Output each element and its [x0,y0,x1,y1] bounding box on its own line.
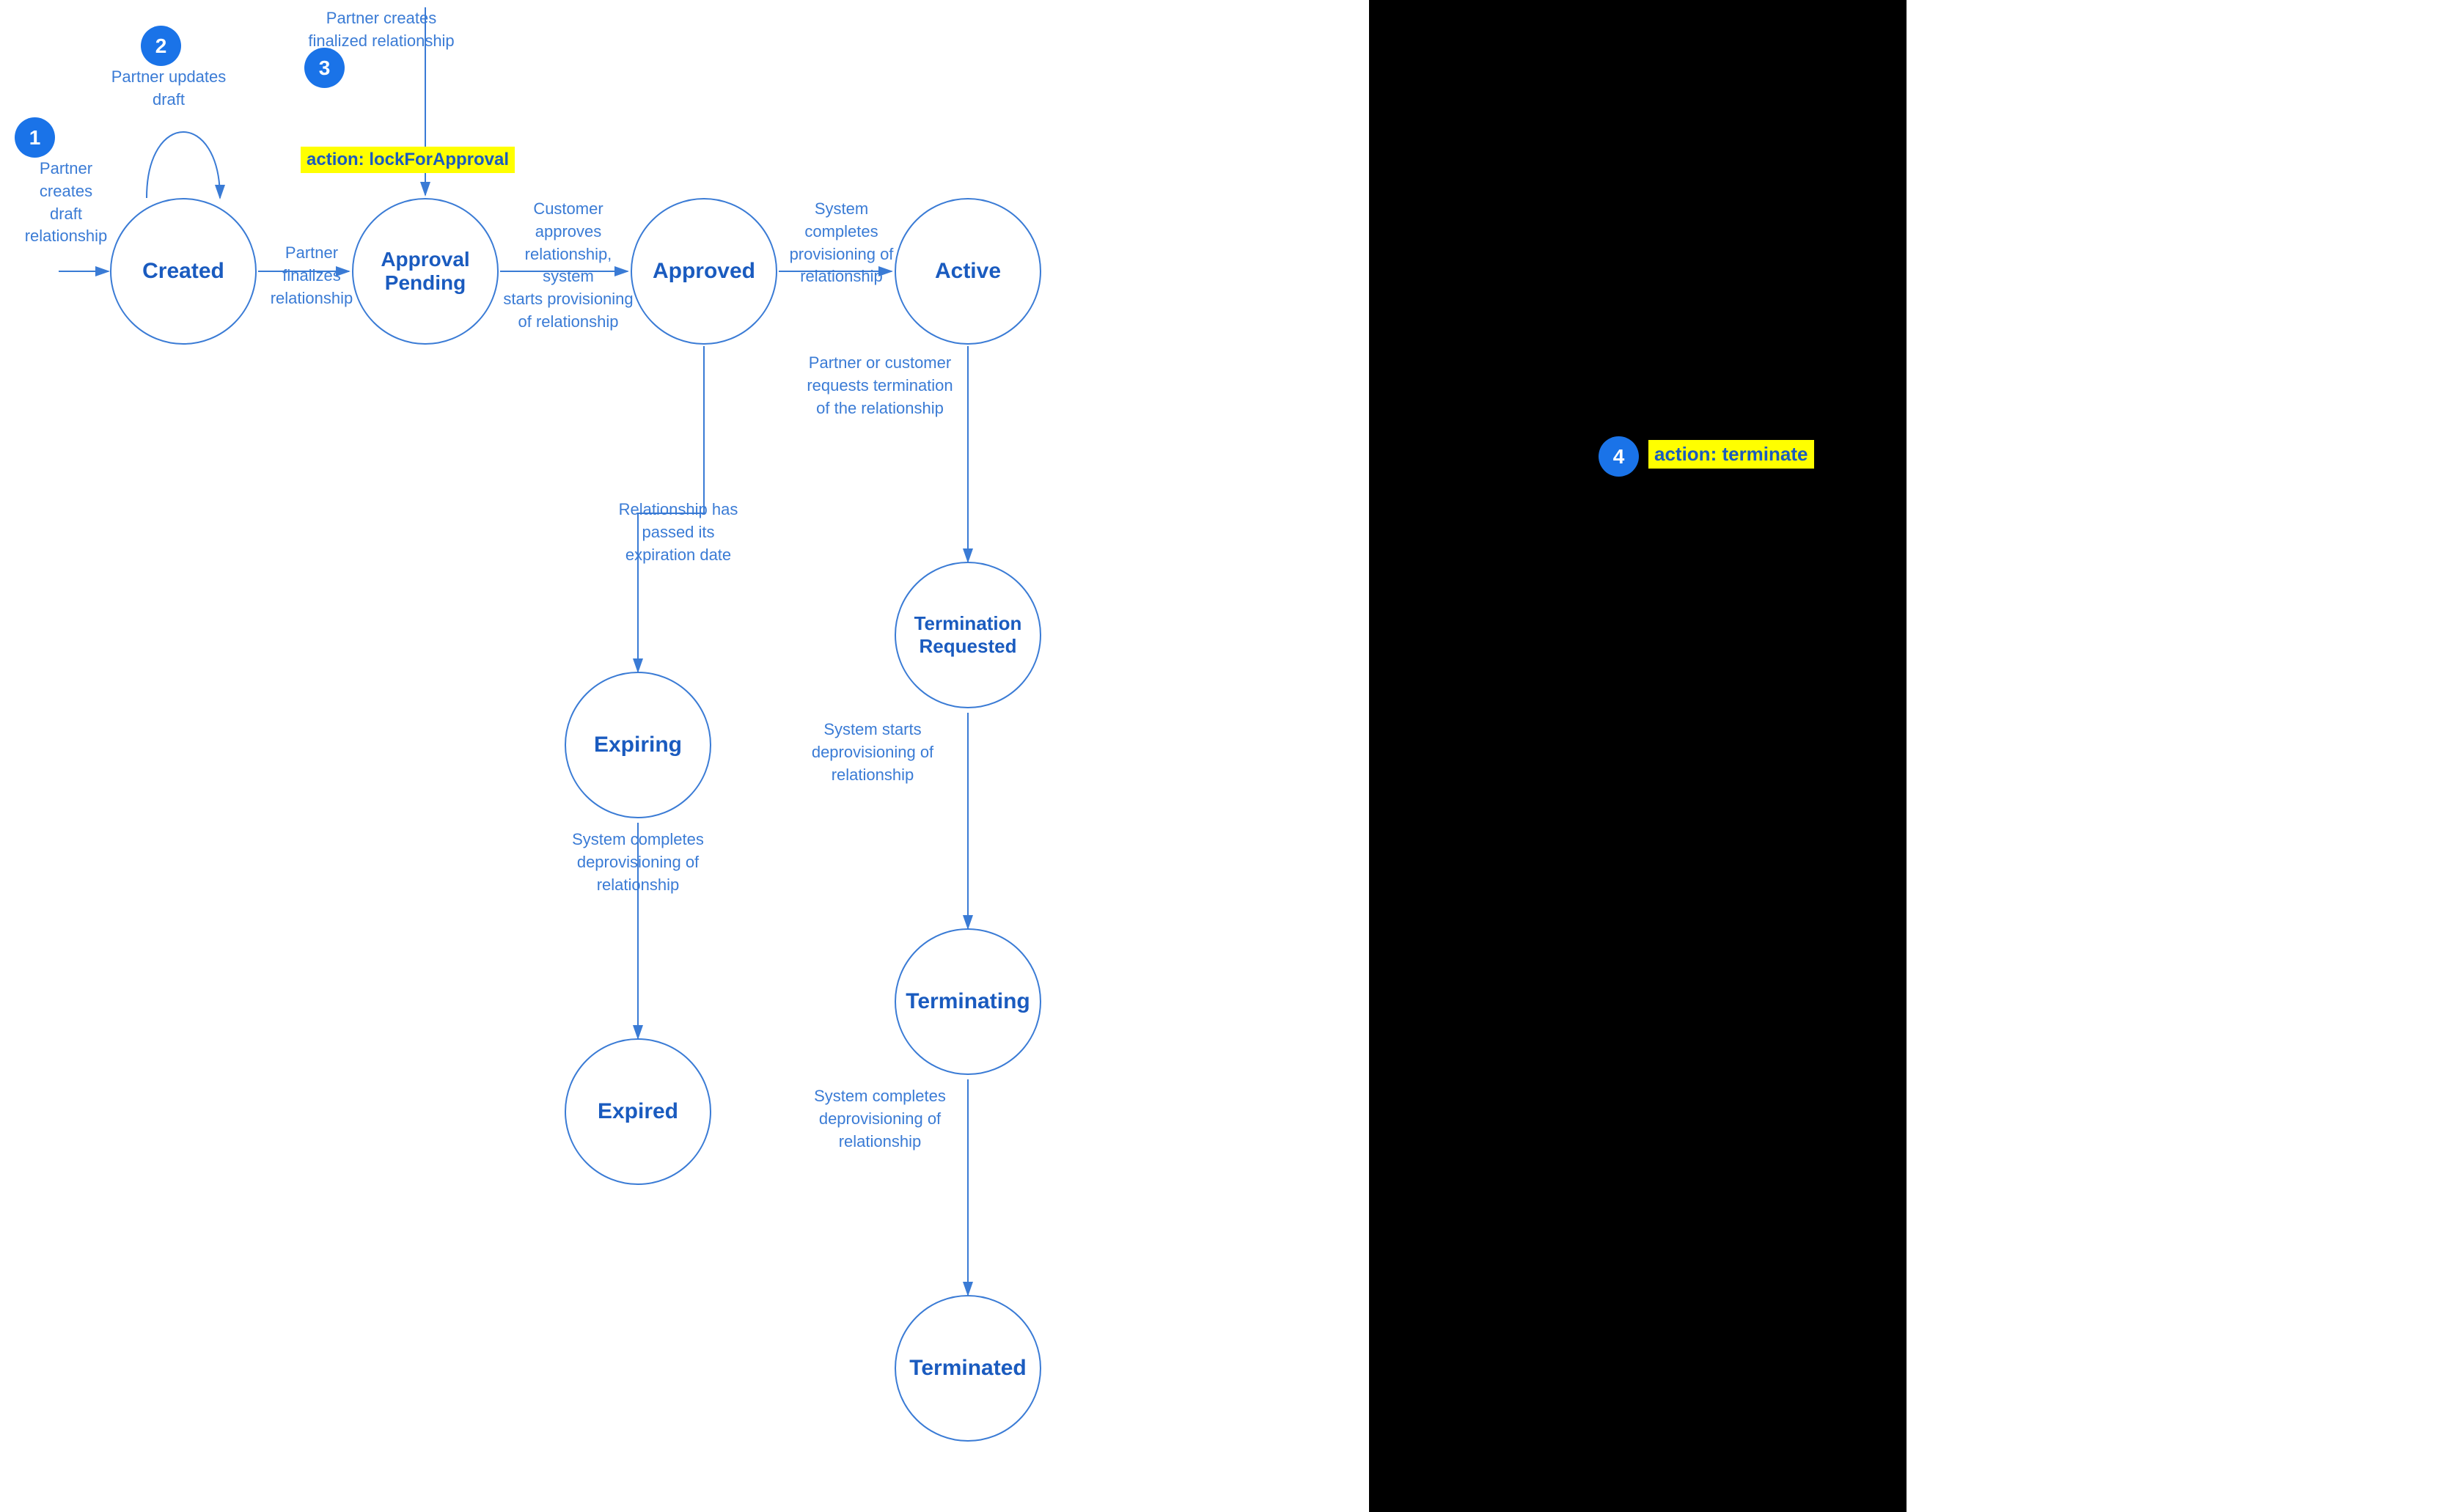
label-system-starts-deprov: System startsdeprovisioning ofrelationsh… [799,719,946,786]
label-partner-creates-draft: Partner createsdraft relationship [22,158,110,248]
badge-2: 2 [141,26,181,66]
state-active: Active [895,198,1041,345]
label-partner-customer-requests: Partner or customerrequests terminationo… [807,352,953,419]
diagram: 1 Partner createsdraft relationship 2 Pa… [0,0,1907,1512]
badge-3: 3 [304,48,345,88]
label-system-completes-deprov-expiring: System completesdeprovisioning ofrelatio… [557,829,719,896]
state-termination-requested: TerminationRequested [895,562,1041,708]
label-partner-finalizes: Partner finalizesrelationship [264,242,359,309]
state-terminating: Terminating [895,928,1041,1075]
state-approved: Approved [631,198,777,345]
label-relationship-passed: Relationship haspassed itsexpiration dat… [601,499,755,566]
label-partner-creates-finalized: Partner createsfinalized relationship [308,7,455,53]
state-expired: Expired [565,1038,711,1185]
badge-4: 4 [1599,436,1639,477]
label-system-completes-deprov-terminating: System completesdeprovisioning ofrelatio… [799,1085,961,1153]
label-system-completes-prov: System completesprovisioning ofrelations… [781,198,902,288]
state-terminated: Terminated [895,1295,1041,1442]
label-customer-approves: Customer approvesrelationship, systemsta… [502,198,634,334]
badge-1: 1 [15,117,55,158]
action-terminate-label: action: terminate [1648,440,1814,469]
black-panel [1369,0,1907,1512]
state-approval-pending: ApprovalPending [352,198,499,345]
label-partner-updates-draft: Partner updates draft [110,66,227,111]
state-expiring: Expiring [565,672,711,818]
action-lock-label: action: lockForApproval [301,147,515,173]
state-created: Created [110,198,257,345]
